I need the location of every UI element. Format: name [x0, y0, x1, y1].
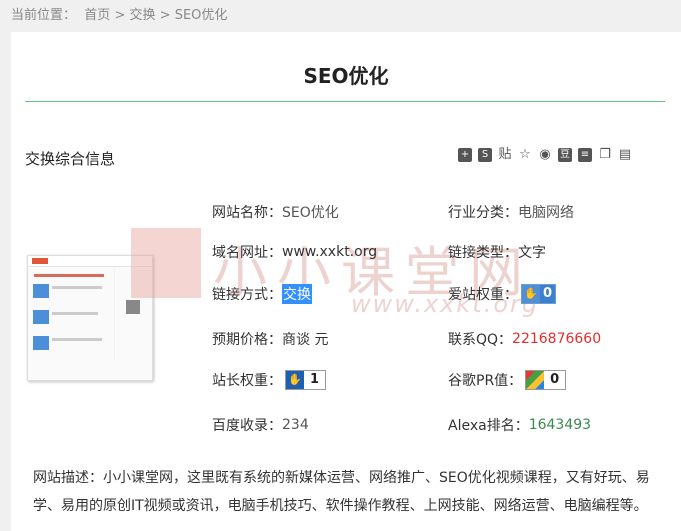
- field-value[interactable]: www.xxkt.org: [282, 244, 377, 260]
- description-label: 网站描述：: [33, 470, 103, 486]
- field-value: 电脑网络: [518, 205, 574, 221]
- field-site-name: 网站名称： SEO优化: [212, 202, 339, 222]
- field-label: 谷歌PR值：: [448, 373, 523, 389]
- thumbnail-item: [33, 336, 49, 350]
- thumbnail-sidebar: [114, 270, 147, 360]
- add-icon[interactable]: +: [458, 148, 472, 162]
- page-title: SEO优化: [303, 64, 389, 88]
- thumbnail-line: [52, 312, 98, 315]
- copy-icon[interactable]: ❐: [598, 148, 612, 162]
- field-label: 爱站权重：: [448, 287, 518, 303]
- baidu-icon[interactable]: S: [478, 148, 492, 162]
- rank-value: 1: [304, 371, 326, 389]
- field-label: 网站名称：: [212, 205, 282, 221]
- breadcrumb-category-link[interactable]: 交换: [129, 8, 155, 23]
- field-label: 行业分类：: [448, 205, 518, 221]
- thumbnail-line: [34, 274, 104, 277]
- rank-value: 0: [544, 371, 566, 389]
- paw-icon: ✋: [286, 371, 304, 389]
- field-label: 链接类型：: [448, 245, 518, 261]
- title-divider: [25, 101, 665, 102]
- tieba-icon[interactable]: 贴: [498, 148, 512, 162]
- field-label: 域名网址：: [212, 245, 282, 261]
- field-alexa: Alexa排名： 1643493: [448, 415, 591, 435]
- breadcrumb: 当前位置： 首页 > 交换 > SEO优化: [11, 4, 227, 23]
- thumbnail-line: [52, 338, 102, 341]
- douban-icon[interactable]: 豆: [558, 148, 572, 162]
- field-price: 预期价格： 商谈 元: [212, 329, 328, 349]
- content-card: SEO优化 交换综合信息 + S 贴 ☆ ◉ 豆 ≡ ❐ ▤ 小小课堂网 www…: [11, 32, 681, 531]
- field-value: 文字: [518, 245, 546, 261]
- breadcrumb-home-link[interactable]: 首页: [84, 8, 110, 23]
- breadcrumb-separator: >: [114, 8, 126, 23]
- field-label: Alexa排名：: [448, 418, 529, 434]
- note-icon[interactable]: ≡: [578, 148, 592, 162]
- field-label: 百度收录：: [212, 418, 282, 434]
- thumbnail-logo: [32, 258, 48, 264]
- field-label: 预期价格：: [212, 332, 282, 348]
- thumbnail-line: [52, 286, 102, 289]
- webmaster-rank-badge[interactable]: ✋ 1: [285, 370, 327, 390]
- field-value: 交换: [282, 284, 312, 304]
- breadcrumb-current: SEO优化: [174, 8, 228, 23]
- aizhan-rank-badge[interactable]: ✋ 0: [521, 284, 557, 304]
- breadcrumb-separator: >: [159, 8, 171, 23]
- field-link-type: 链接类型： 文字: [448, 242, 546, 262]
- field-domain: 域名网址： www.xxkt.org: [212, 242, 377, 262]
- thumbnail-item: [33, 310, 49, 324]
- section-title: 交换综合信息: [25, 150, 116, 168]
- site-description: 网站描述：小小课堂网，这里既有系统的新媒体运营、网络推广、SEO优化视频课程，又…: [33, 464, 663, 520]
- field-aizhan-rank: 爱站权重： ✋ 0: [448, 284, 557, 304]
- field-baidu-index: 百度收录： 234: [212, 415, 309, 435]
- site-thumbnail[interactable]: [27, 255, 153, 381]
- star-icon[interactable]: ☆: [518, 148, 532, 162]
- field-webmaster-rank: 站长权重： ✋ 1: [212, 370, 327, 390]
- field-value[interactable]: 2216876660: [512, 331, 601, 347]
- breadcrumb-prefix: 当前位置：: [11, 8, 77, 23]
- field-label: 链接方式：: [212, 287, 282, 303]
- field-link-method: 链接方式： 交换: [212, 284, 312, 304]
- field-value: 234: [282, 417, 309, 433]
- field-google-pr: 谷歌PR值： 0: [448, 370, 567, 390]
- google-icon: [526, 371, 545, 389]
- field-label: 站长权重：: [212, 373, 282, 389]
- field-label: 联系QQ：: [448, 332, 513, 348]
- field-value: 商谈 元: [282, 332, 329, 348]
- rank-value: 0: [540, 285, 556, 303]
- field-value: 1643493: [528, 417, 592, 433]
- field-value: SEO优化: [282, 205, 339, 221]
- paw-icon: ✋: [522, 285, 540, 303]
- print-icon[interactable]: ▤: [618, 148, 632, 162]
- field-qq: 联系QQ： 2216876660: [448, 329, 601, 349]
- thumbnail-qr: [126, 300, 140, 314]
- weibo-icon[interactable]: ◉: [538, 148, 552, 162]
- description-text: 小小课堂网，这里既有系统的新媒体运营、网络推广、SEO优化视频课程，又有好玩、易…: [33, 470, 650, 514]
- thumbnail-item: [33, 284, 49, 298]
- field-industry: 行业分类： 电脑网络: [448, 202, 574, 222]
- google-pr-badge[interactable]: 0: [525, 370, 567, 390]
- share-toolbar: + S 贴 ☆ ◉ 豆 ≡ ❐ ▤: [458, 148, 632, 162]
